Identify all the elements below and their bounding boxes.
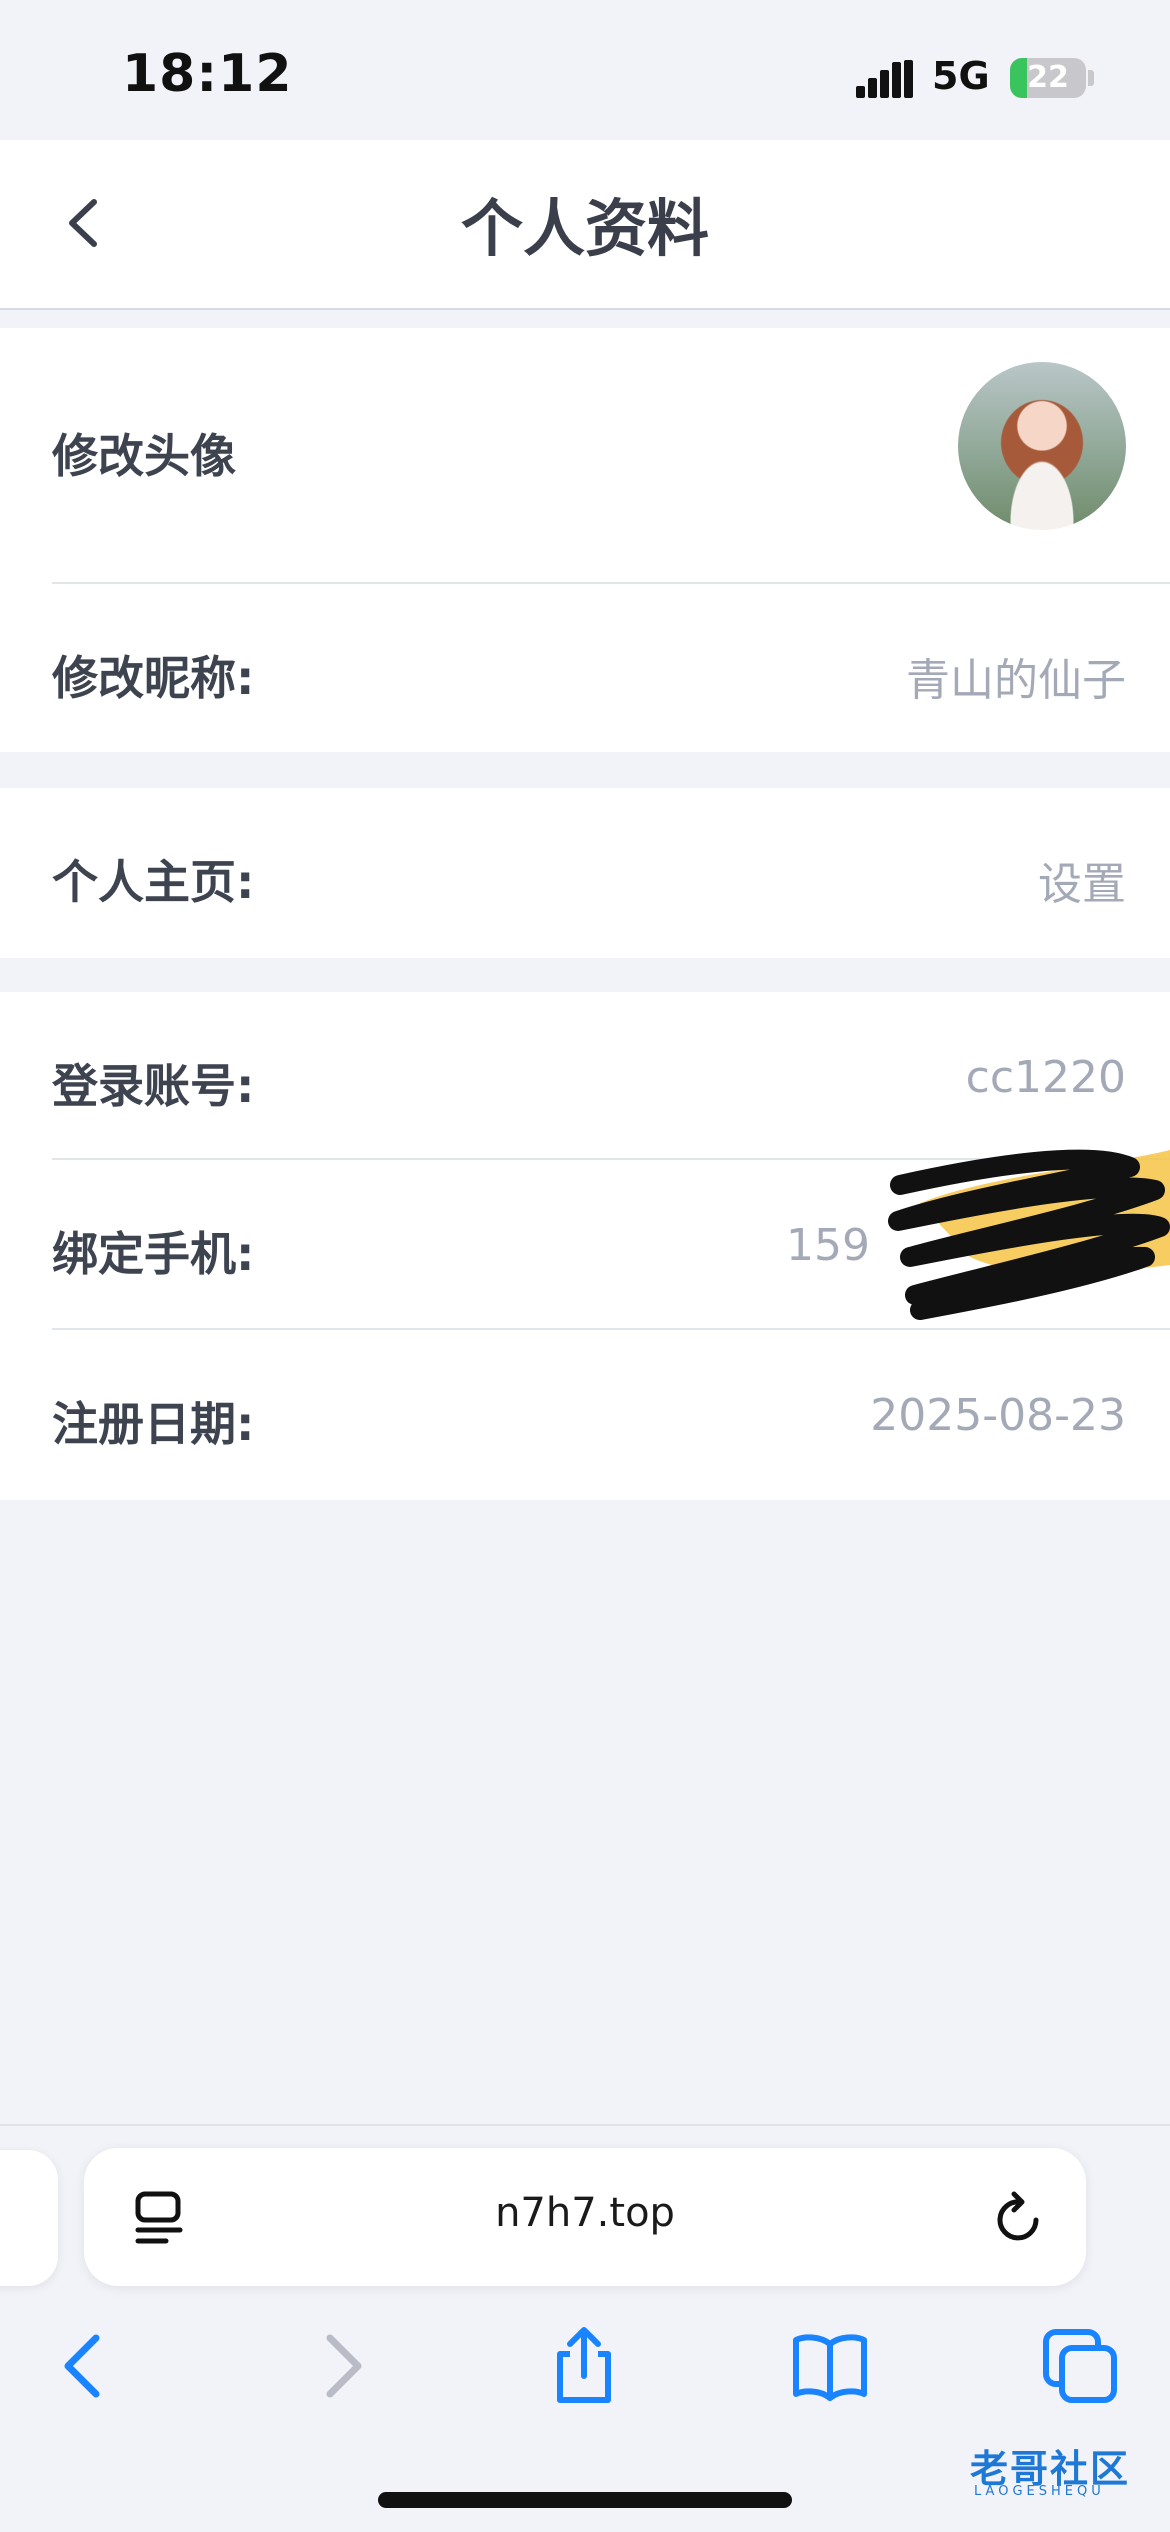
battery-cap [1088,70,1094,86]
watermark-subtext: LAOGESHEQU [974,2484,1105,2499]
battery-icon: 22 [1010,58,1086,98]
forward-icon[interactable] [300,2326,380,2406]
network-type: 5G [932,54,990,98]
tabs-icon[interactable] [1040,2326,1120,2406]
login-account-label: 登录账号: [52,1059,255,1113]
page-header: 个人资料 [0,140,1170,310]
bookmarks-icon[interactable] [790,2326,870,2406]
address-bar[interactable]: n7h7.top [84,2148,1086,2286]
bind-phone-label: 绑定手机: [52,1227,255,1281]
home-indicator[interactable] [378,2492,792,2508]
avatar-label: 修改头像 [52,429,236,483]
previous-tab-preview[interactable] [0,2150,58,2286]
cellular-signal-icon [856,60,913,98]
status-bar: 18:12 5G 22 [0,0,1170,140]
nickname-value: 青山的仙子 [906,655,1126,706]
status-time: 18:12 [122,44,293,104]
register-date-label: 注册日期: [52,1397,255,1451]
homepage-label: 个人主页: [52,855,255,909]
login-account-value: cc1220 [965,1052,1126,1103]
redaction-scribble [888,1149,1170,1320]
homepage-setting-link[interactable]: 设置 [1038,848,1126,912]
page-title: 个人资料 [460,192,709,265]
bind-phone-value: 159 [786,1220,870,1271]
login-account-row: 登录账号: cc1220 [0,992,1170,1158]
nickname-row[interactable]: 修改昵称: 青山的仙子 [0,584,1170,752]
homepage-row[interactable]: 个人主页: 设置 [0,788,1170,958]
register-date-row: 注册日期: 2025-08-23 [0,1330,1170,1500]
reload-icon[interactable] [990,2190,1046,2246]
watermark-logo: 老哥社区 LAOGESHEQU [930,2438,1160,2504]
url-text[interactable]: n7h7.top [84,2190,1086,2236]
back-icon[interactable] [46,2326,126,2406]
register-date-value: 2025-08-23 [870,1390,1126,1441]
battery-level: 22 [1027,60,1069,95]
avatar[interactable] [958,362,1126,530]
nickname-label: 修改昵称: [52,651,255,705]
share-icon[interactable] [544,2326,624,2406]
